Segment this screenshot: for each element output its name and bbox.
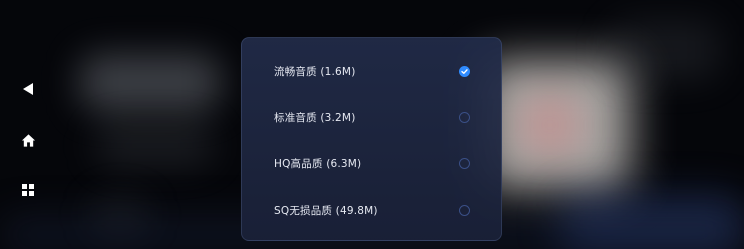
apps-grid-icon (22, 184, 34, 196)
quality-option-hq[interactable]: HQ高品质 (6.3M) (242, 143, 501, 183)
radio-checked-icon[interactable] (459, 65, 470, 77)
radio-unchecked-icon[interactable] (459, 157, 470, 169)
quality-option-label: SQ无损品质 (49.8M) (274, 204, 378, 217)
quality-option-smooth[interactable]: 流畅音质 (1.6M) (242, 51, 501, 91)
apps-button[interactable] (16, 178, 40, 202)
home-button[interactable] (16, 128, 40, 152)
radio-unchecked-icon[interactable] (459, 204, 470, 216)
screen: 流畅音质 (1.6M) 标准音质 (3.2M) HQ高品质 (6.3M) SQ无… (0, 0, 744, 249)
quality-option-label: 标准音质 (3.2M) (274, 111, 356, 124)
quality-option-sq[interactable]: SQ无损品质 (49.8M) (242, 190, 501, 230)
back-arrow-icon (23, 83, 33, 95)
back-button[interactable] (16, 77, 40, 101)
quality-option-standard[interactable]: 标准音质 (3.2M) (242, 97, 501, 137)
quality-option-label: HQ高品质 (6.3M) (274, 157, 362, 170)
audio-quality-dialog: 流畅音质 (1.6M) 标准音质 (3.2M) HQ高品质 (6.3M) SQ无… (241, 37, 502, 241)
quality-option-label: 流畅音质 (1.6M) (274, 65, 356, 78)
home-icon (21, 133, 35, 147)
radio-unchecked-icon[interactable] (459, 111, 470, 123)
left-nav-rail (0, 0, 56, 249)
